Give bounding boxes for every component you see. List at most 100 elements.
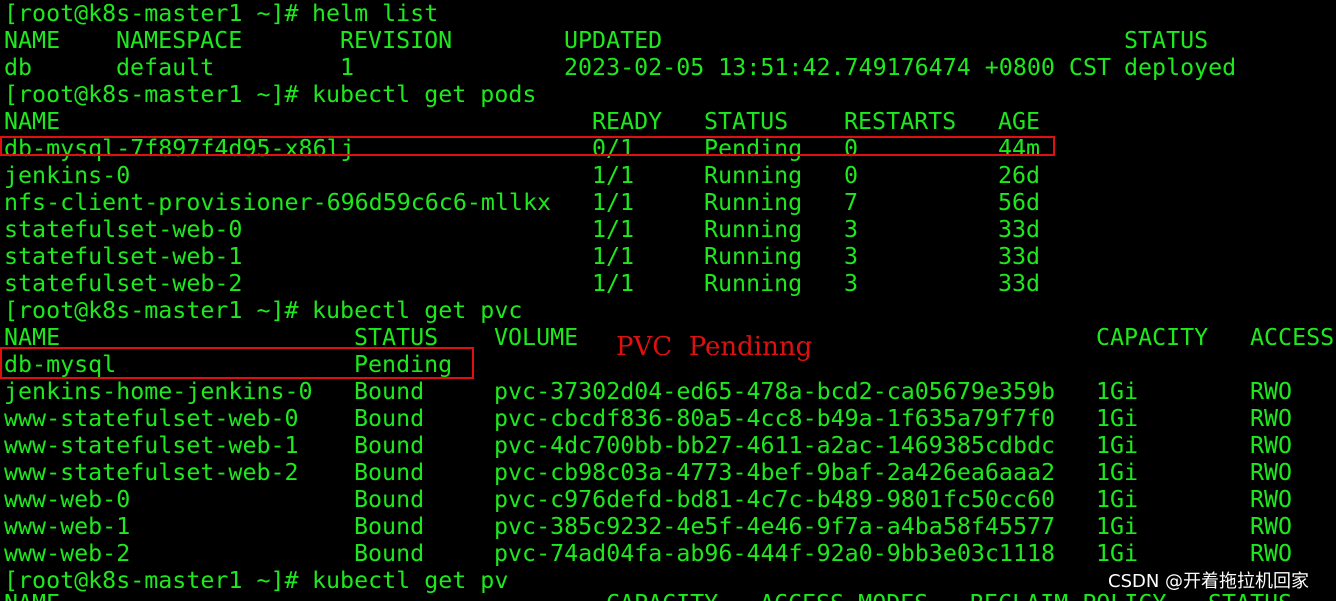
- helm-release-row: db default 1 2023-02-05 13:51:42.7491764…: [4, 54, 1236, 81]
- pvc-status: Bound: [354, 486, 425, 513]
- pv-header-partial: NAME CAPACITY ACCESS MODES RECLAIM POLIC…: [4, 590, 1292, 601]
- pvc-access: RWO: [1250, 459, 1293, 486]
- pvc-volume: pvc-c976defd-bd81-4c7c-b489-9801fc50cc60: [494, 486, 1056, 513]
- pvc-volume: pvc-cb98c03a-4773-4bef-9baf-2a426ea6aaa2: [494, 459, 1056, 486]
- col-header-ready: READY: [592, 108, 663, 135]
- pod-restarts: 7: [844, 189, 859, 216]
- shell-prompt: [root@k8s-master1 ~]#: [4, 0, 299, 27]
- col-header-access: ACCESS: [1250, 324, 1335, 351]
- col-header-updated: UPDATED: [564, 27, 663, 54]
- pvc-name: www-statefulset-web-1: [4, 432, 299, 459]
- pod-restarts: 0: [844, 162, 859, 189]
- pvc-volume: pvc-37302d04-ed65-478a-bcd2-ca05679e359b: [494, 378, 1056, 405]
- release-updated: 2023-02-05 13:51:42.749176474 +0800 CST: [564, 54, 1112, 81]
- pvc-row: www-statefulset-web-1 Bound pvc-4dc700bb…: [4, 432, 1292, 459]
- pod-age: 33d: [998, 243, 1041, 270]
- pvc-row: www-statefulset-web-2 Bound pvc-cb98c03a…: [4, 459, 1292, 486]
- pod-age: 33d: [998, 270, 1041, 297]
- pvc-access: RWO: [1250, 378, 1293, 405]
- col-header-capacity: CAPACITY: [606, 590, 718, 601]
- pod-status: Running: [704, 270, 803, 297]
- pod-name: jenkins-0: [4, 162, 131, 189]
- pod-row: nfs-client-provisioner-696d59c6c6-mllkx …: [4, 189, 1040, 216]
- pod-status: Running: [704, 216, 803, 243]
- pvc-capacity: 1Gi: [1096, 432, 1139, 459]
- pvc-access: RWO: [1250, 486, 1293, 513]
- pod-ready: 1/1: [592, 216, 635, 243]
- command-text: helm list: [312, 0, 439, 27]
- prompt-line-pods: [root@k8s-master1 ~]# kubectl get pods: [4, 81, 536, 108]
- pvc-status: Bound: [354, 459, 425, 486]
- pvc-row: www-web-1 Bound pvc-385c9232-4e5f-4e46-9…: [4, 513, 1292, 540]
- col-header-name: NAME: [4, 108, 61, 135]
- pvc-capacity: 1Gi: [1096, 486, 1139, 513]
- pvc-volume: pvc-385c9232-4e5f-4e46-9f7a-a4ba58f45577: [494, 513, 1056, 540]
- csdn-watermark: CSDN @开着拖拉机回家: [1108, 571, 1310, 592]
- pvc-row: jenkins-home-jenkins-0 Bound pvc-37302d0…: [4, 378, 1292, 405]
- pod-ready: 1/1: [592, 270, 635, 297]
- pod-row: jenkins-0 1/1 Running 0 26d: [4, 162, 1040, 189]
- col-header-capacity: CAPACITY: [1096, 324, 1209, 351]
- pod-age: 26d: [998, 162, 1041, 189]
- col-header-volume: VOLUME: [494, 324, 579, 351]
- release-revision: 1: [340, 54, 355, 81]
- pending-pod-highlight: [0, 136, 1055, 156]
- pod-name: statefulset-web-1: [4, 243, 243, 270]
- pod-ready: 1/1: [592, 189, 635, 216]
- pvc-capacity: 1Gi: [1096, 513, 1139, 540]
- pvc-name: www-statefulset-web-0: [4, 405, 299, 432]
- col-header-status: STATUS: [704, 108, 789, 135]
- pod-restarts: 3: [844, 270, 859, 297]
- helm-header: NAME NAMESPACE REVISION UPDATED STATUS: [4, 27, 1208, 54]
- pvc-capacity: 1Gi: [1096, 540, 1139, 567]
- terminal-window[interactable]: [root@k8s-master1 ~]# helm list NAME NAM…: [0, 0, 1336, 601]
- pending-pvc-highlight: [0, 347, 474, 379]
- pvc-status: Bound: [354, 432, 425, 459]
- release-status: deployed: [1124, 54, 1237, 81]
- command-text: kubectl get pv: [312, 567, 509, 594]
- pvc-capacity: 1Gi: [1096, 405, 1139, 432]
- pod-status: Running: [704, 243, 803, 270]
- pvc-row: www-statefulset-web-0 Bound pvc-cbcdf836…: [4, 405, 1292, 432]
- pod-ready: 1/1: [592, 162, 635, 189]
- pod-status: Running: [704, 162, 803, 189]
- pvc-name: www-statefulset-web-2: [4, 459, 299, 486]
- pvc-status: Bound: [354, 540, 425, 567]
- shell-prompt: [root@k8s-master1 ~]#: [4, 297, 299, 324]
- col-header-name: NAME: [4, 27, 61, 54]
- pvc-pending-annotation: PVC Pendinng: [616, 332, 813, 362]
- col-header-namespace: NAMESPACE: [116, 27, 243, 54]
- shell-prompt: [root@k8s-master1 ~]#: [4, 81, 299, 108]
- prompt-line-pvc: [root@k8s-master1 ~]# kubectl get pvc: [4, 297, 522, 324]
- pvc-name: www-web-1: [4, 513, 131, 540]
- prompt-line-helm: [root@k8s-master1 ~]# helm list: [4, 0, 438, 27]
- release-namespace: default: [116, 54, 215, 81]
- pvc-status: Bound: [354, 405, 425, 432]
- pod-row: statefulset-web-0 1/1 Running 3 33d: [4, 216, 1040, 243]
- pod-ready: 1/1: [592, 243, 635, 270]
- col-header-name: NAME: [4, 590, 60, 601]
- pod-restarts: 3: [844, 243, 859, 270]
- pvc-row: www-web-0 Bound pvc-c976defd-bd81-4c7c-b…: [4, 486, 1292, 513]
- pvc-access: RWO: [1250, 540, 1293, 567]
- pvc-row: www-web-2 Bound pvc-74ad04fa-ab96-444f-9…: [4, 540, 1292, 567]
- col-header-access-modes: ACCESS MODES: [760, 590, 928, 601]
- pod-age: 33d: [998, 216, 1041, 243]
- pod-row: statefulset-web-2 1/1 Running 3 33d: [4, 270, 1040, 297]
- pvc-name: www-web-0: [4, 486, 131, 513]
- release-name: db: [4, 54, 33, 81]
- col-header-restarts: RESTARTS: [844, 108, 957, 135]
- pvc-access: RWO: [1250, 432, 1293, 459]
- pvc-volume: pvc-74ad04fa-ab96-444f-92a0-9bb3e03c1118: [494, 540, 1056, 567]
- pod-row: statefulset-web-1 1/1 Running 3 33d: [4, 243, 1040, 270]
- pvc-volume: pvc-4dc700bb-bb27-4611-a2ac-1469385cdbdc: [494, 432, 1056, 459]
- command-text: kubectl get pvc: [312, 297, 523, 324]
- pod-name: nfs-client-provisioner-696d59c6c6-mllkx: [4, 189, 552, 216]
- pvc-capacity: 1Gi: [1096, 459, 1139, 486]
- pvc-volume: pvc-cbcdf836-80a5-4cc8-b49a-1f635a79f7f0: [494, 405, 1056, 432]
- pod-name: statefulset-web-2: [4, 270, 243, 297]
- pvc-name: jenkins-home-jenkins-0: [4, 378, 313, 405]
- pod-restarts: 3: [844, 216, 859, 243]
- pvc-name: www-web-2: [4, 540, 131, 567]
- pvc-access: RWO: [1250, 513, 1293, 540]
